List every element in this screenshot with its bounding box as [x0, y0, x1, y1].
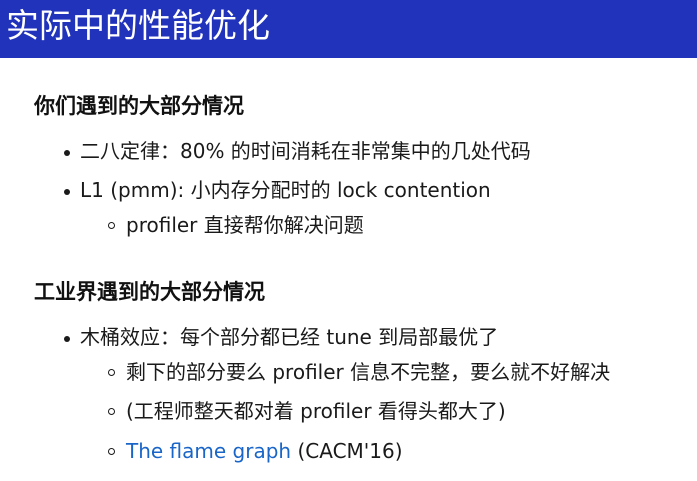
list-item: L1 (pmm): 小内存分配时的 lock contention: [80, 178, 491, 202]
title-bar: 实际中的性能优化: [0, 0, 697, 58]
bullet-disc: [64, 189, 70, 195]
slide: 实际中的性能优化 你们遇到的大部分情况 二八定律：80% 的时间消耗在非常集中的…: [0, 0, 697, 481]
list-item: 二八定律：80% 的时间消耗在非常集中的几处代码: [80, 139, 531, 163]
bullet-circle: [108, 369, 115, 376]
list-item: profiler 直接帮你解决问题: [126, 213, 364, 237]
citation-suffix: (CACM'16): [291, 439, 403, 463]
section-heading-2: 工业界遇到的大部分情况: [34, 280, 265, 304]
list-item: The flame graph (CACM'16): [126, 438, 403, 464]
list-item: 木桶效应：每个部分都已经 tune 到局部最优了: [80, 325, 499, 349]
bullet-disc: [64, 336, 70, 342]
bullet-disc: [64, 150, 70, 156]
bullet-circle: [108, 448, 115, 455]
slide-title: 实际中的性能优化: [6, 6, 270, 45]
bullet-circle: [108, 222, 115, 229]
list-item: 剩下的部分要么 profiler 信息不完整，要么就不好解决: [126, 360, 611, 384]
flame-graph-link[interactable]: The flame graph: [126, 439, 291, 463]
section-heading-1: 你们遇到的大部分情况: [34, 94, 244, 118]
bullet-circle: [108, 408, 115, 415]
list-item: (工程师整天都对着 profiler 看得头都大了): [126, 399, 506, 423]
